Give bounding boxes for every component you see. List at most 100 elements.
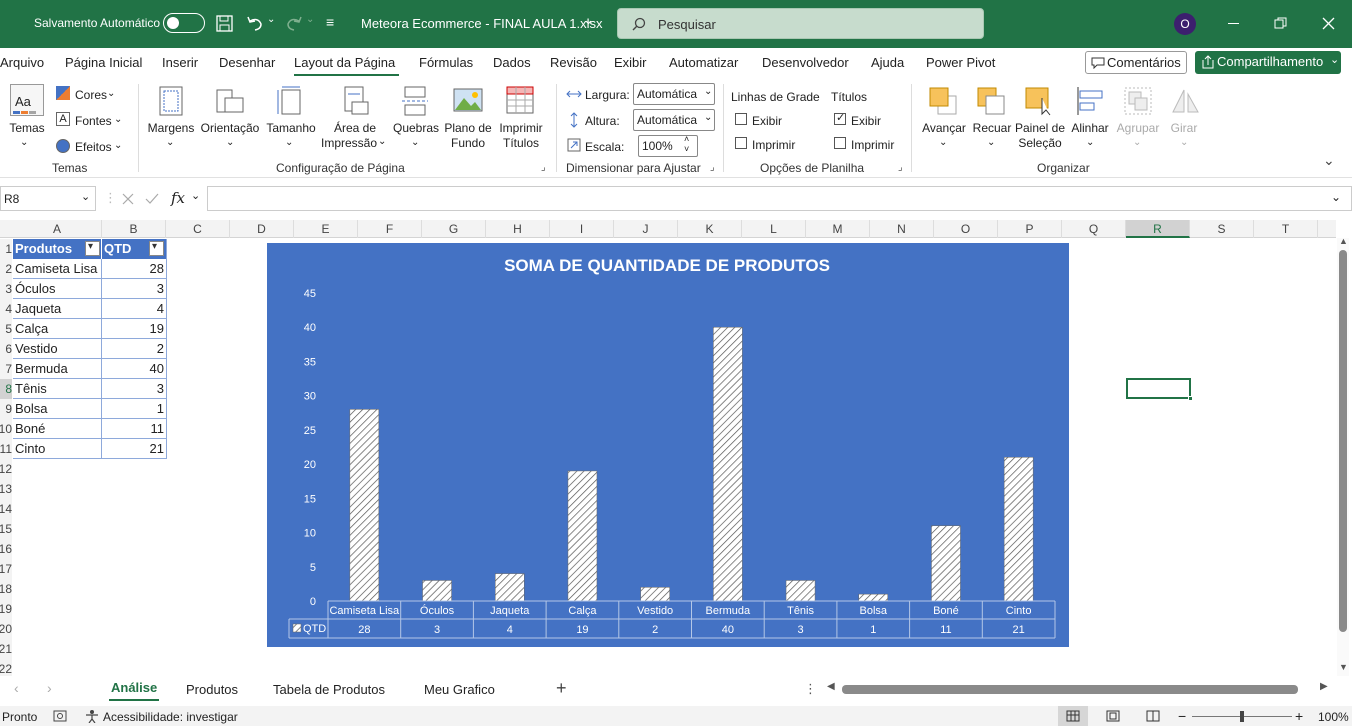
tab-formulas[interactable]: Fórmulas xyxy=(419,55,473,70)
column-header-t[interactable]: T xyxy=(1254,220,1318,238)
column-header-l[interactable]: L xyxy=(742,220,806,238)
column-header-e[interactable]: E xyxy=(294,220,358,238)
vertical-scrollbar[interactable]: ▲ ▼ xyxy=(1337,236,1349,676)
print-area-label-2[interactable]: Impressão xyxy=(321,135,377,151)
selected-cell-r8[interactable] xyxy=(1126,378,1191,399)
row-header-10[interactable]: 10 xyxy=(0,419,12,439)
chart-bar[interactable] xyxy=(495,573,525,602)
scroll-up-icon[interactable]: ▲ xyxy=(1339,236,1348,246)
table-cell-qtd[interactable]: 40 xyxy=(102,359,166,379)
chart-bar[interactable] xyxy=(640,587,670,602)
size-icon[interactable] xyxy=(276,86,302,116)
bring-forward-icon[interactable] xyxy=(928,86,958,116)
filename-chevron-icon[interactable]: ⌄ xyxy=(583,12,594,28)
tab-revisao[interactable]: Revisão xyxy=(550,55,597,70)
expand-formula-chevron-icon[interactable]: ⌄ xyxy=(1331,190,1341,204)
more-options-icon[interactable]: ⋮ xyxy=(804,681,817,697)
undo-icon[interactable] xyxy=(246,15,264,32)
column-header-j[interactable]: J xyxy=(614,220,678,238)
confirm-entry-icon[interactable] xyxy=(145,193,159,205)
formula-input[interactable]: ⌄ xyxy=(207,186,1352,211)
restore-icon[interactable] xyxy=(1274,17,1287,30)
table-cell-produto[interactable]: Camiseta Lisa xyxy=(13,259,101,279)
normal-view-icon[interactable] xyxy=(1066,710,1080,722)
tab-arquivo[interactable]: Arquivo xyxy=(0,55,44,70)
chart-bar[interactable] xyxy=(567,470,598,602)
save-icon[interactable] xyxy=(216,15,233,32)
search-box[interactable]: Pesquisar xyxy=(617,8,984,39)
spinner-down-icon[interactable]: ˅ xyxy=(684,144,689,154)
row-header-14[interactable]: 14 xyxy=(0,499,12,519)
align-chevron-icon[interactable]: ⌄ xyxy=(1086,135,1094,151)
orientation-chevron-icon[interactable]: ⌄ xyxy=(226,135,234,151)
row-header-16[interactable]: 16 xyxy=(0,539,12,559)
macro-record-icon[interactable] xyxy=(53,710,67,722)
gridlines-view-checkbox[interactable] xyxy=(735,113,747,125)
close-icon[interactable] xyxy=(1322,17,1335,30)
sheet-tab-tabela-de-produtos[interactable]: Tabela de Produtos xyxy=(273,682,385,697)
sheet-tab-produtos[interactable]: Produtos xyxy=(186,682,238,697)
tab-exibir[interactable]: Exibir xyxy=(614,55,647,70)
gridlines-print-checkbox[interactable] xyxy=(735,137,747,149)
align-icon[interactable] xyxy=(1075,86,1105,116)
insert-function-icon[interactable]: fx xyxy=(171,189,185,207)
orientation-button[interactable]: Orientação xyxy=(200,120,260,136)
fonts-button[interactable]: Fontes xyxy=(75,113,112,129)
send-backward-chevron-icon[interactable]: ⌄ xyxy=(987,135,995,151)
zoom-slider-thumb[interactable] xyxy=(1240,711,1244,722)
align-button[interactable]: Alinhar xyxy=(1066,120,1114,136)
row-header-9[interactable]: 9 xyxy=(0,399,12,419)
chart-bar[interactable] xyxy=(858,593,888,602)
send-backward-icon[interactable] xyxy=(976,86,1006,116)
redo-dropdown-icon[interactable]: ⌄ xyxy=(306,14,314,25)
spinner-up-icon[interactable]: ˄ xyxy=(684,134,689,144)
chart-bar[interactable] xyxy=(1003,457,1034,602)
row-header-5[interactable]: 5 xyxy=(0,319,12,339)
column-header-h[interactable]: H xyxy=(486,220,550,238)
chart-bar[interactable] xyxy=(931,525,961,602)
print-titles-label-1[interactable]: Imprimir xyxy=(494,120,548,136)
horizontal-scroll-thumb[interactable] xyxy=(842,685,1298,694)
comments-button[interactable]: Comentários xyxy=(1085,51,1187,74)
table-cell-qtd[interactable]: 28 xyxy=(102,259,166,279)
effects-chevron-icon[interactable]: ⌄ xyxy=(114,138,122,154)
column-header-g[interactable]: G xyxy=(422,220,486,238)
row-header-21[interactable]: 21 xyxy=(0,639,12,659)
table-cell-produto[interactable]: Óculos xyxy=(13,279,101,299)
cancel-entry-icon[interactable] xyxy=(122,193,134,205)
share-button[interactable]: Compartilhamento ⌄ xyxy=(1195,51,1341,74)
table-cell-qtd[interactable]: 4 xyxy=(102,299,166,319)
selection-pane-label-2[interactable]: Seleção xyxy=(1012,135,1068,151)
row-header-2[interactable]: 2 xyxy=(0,259,12,279)
column-header-k[interactable]: K xyxy=(678,220,742,238)
chart[interactable]: SOMA DE QUANTIDADE DE PRODUTOS 0 5 10 15 20 2… xyxy=(267,243,1069,647)
column-header-c[interactable]: C xyxy=(166,220,230,238)
column-header-a[interactable]: A xyxy=(13,220,102,238)
tab-layout-da-pagina[interactable]: Layout da Página xyxy=(294,55,395,70)
height-select[interactable]: Automática ⌄ xyxy=(633,109,715,131)
redo-icon[interactable] xyxy=(285,15,303,32)
table-cell-produto[interactable]: Boné xyxy=(13,419,101,439)
sheet-tab-analise[interactable]: Análise xyxy=(111,680,157,695)
autosave-toggle[interactable] xyxy=(163,13,205,33)
filter-dropdown-icon[interactable]: ▾ xyxy=(85,241,100,256)
chart-bar[interactable] xyxy=(349,409,380,602)
print-titles-label-2[interactable]: Títulos xyxy=(494,135,548,151)
table-cell-qtd[interactable]: 2 xyxy=(102,339,166,359)
collapse-ribbon-chevron-icon[interactable]: ⌄ xyxy=(1323,152,1335,169)
vertical-scroll-thumb[interactable] xyxy=(1339,250,1347,632)
name-box[interactable]: R8 ⌄ xyxy=(0,186,96,211)
margins-icon[interactable] xyxy=(159,86,183,116)
selection-pane-icon[interactable] xyxy=(1024,86,1054,116)
filter-dropdown-icon[interactable]: ▾ xyxy=(149,241,164,256)
table-cell-qtd[interactable]: 3 xyxy=(102,279,166,299)
row-header-3[interactable]: 3 xyxy=(0,279,12,299)
tab-dados[interactable]: Dados xyxy=(493,55,531,70)
row-header-18[interactable]: 18 xyxy=(0,579,12,599)
minimize-icon[interactable] xyxy=(1228,23,1239,24)
bring-forward-button[interactable]: Avançar xyxy=(920,120,968,136)
column-header-i[interactable]: I xyxy=(550,220,614,238)
themes-icon[interactable]: Aa xyxy=(10,84,44,116)
print-area-icon[interactable] xyxy=(342,86,370,116)
zoom-in-icon[interactable]: + xyxy=(1295,708,1303,724)
